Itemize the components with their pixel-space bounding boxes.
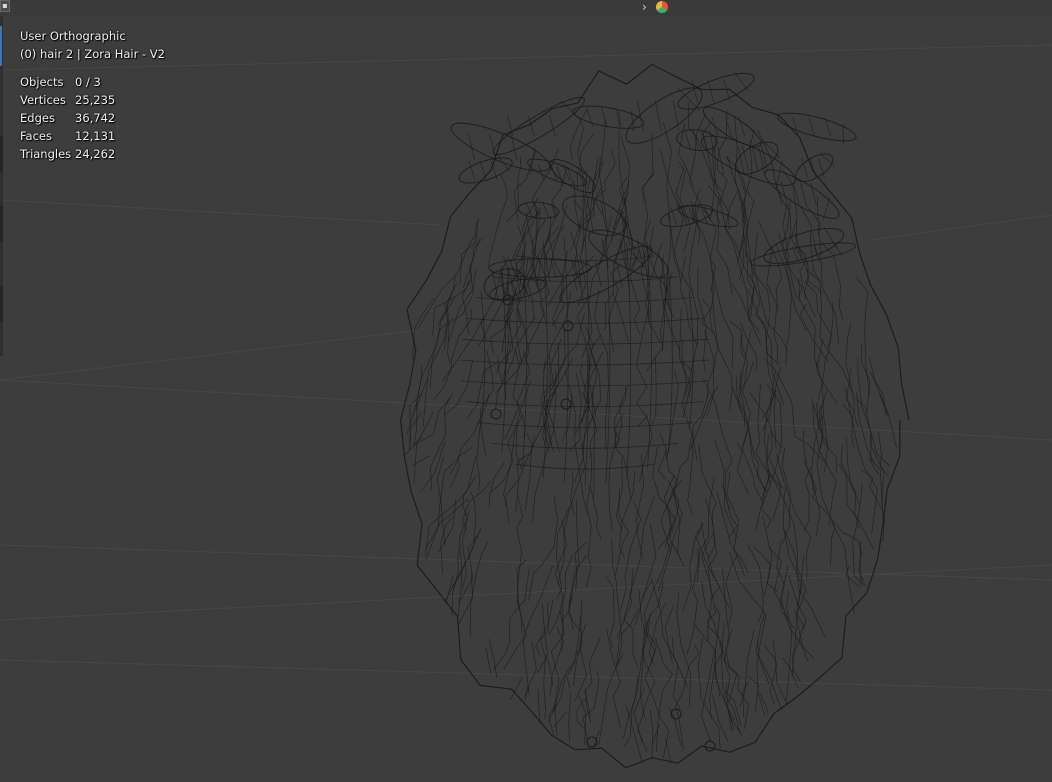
viewport-text-info: User Orthographic (0) hair 2 | Zora Hair… xyxy=(20,27,165,163)
viewport-header xyxy=(0,0,1052,16)
tool-slot[interactable] xyxy=(0,136,3,172)
tool-slot[interactable] xyxy=(0,206,3,242)
editor-type-icon[interactable]: ▪ xyxy=(0,0,10,12)
scene-statistics: Objects 0 / 3 Vertices 25,235 Edges 36,742 … xyxy=(20,73,165,163)
tool-slot[interactable] xyxy=(0,286,3,322)
active-object-name: (0) hair 2 | Zora Hair - V2 xyxy=(20,47,165,61)
3d-viewport[interactable]: ▪ › User Orthographic (0) hair 2 | Zora … xyxy=(0,0,1052,782)
stat-objects: Objects 0 / 3 xyxy=(20,75,101,89)
stat-vertices: Vertices 25,235 xyxy=(20,93,116,107)
stat-triangles: Triangles 24,262 xyxy=(20,147,116,161)
render-engine-icon[interactable] xyxy=(656,1,668,13)
hair-mesh-wireframe xyxy=(399,63,910,769)
chevron-right-icon[interactable]: › xyxy=(642,0,647,14)
toolbar-strip[interactable] xyxy=(0,16,3,356)
active-tool-indicator xyxy=(0,26,2,66)
stat-faces: Faces 12,131 xyxy=(20,129,116,143)
stat-edges: Edges 36,742 xyxy=(20,111,116,125)
view-name: User Orthographic xyxy=(20,29,126,43)
